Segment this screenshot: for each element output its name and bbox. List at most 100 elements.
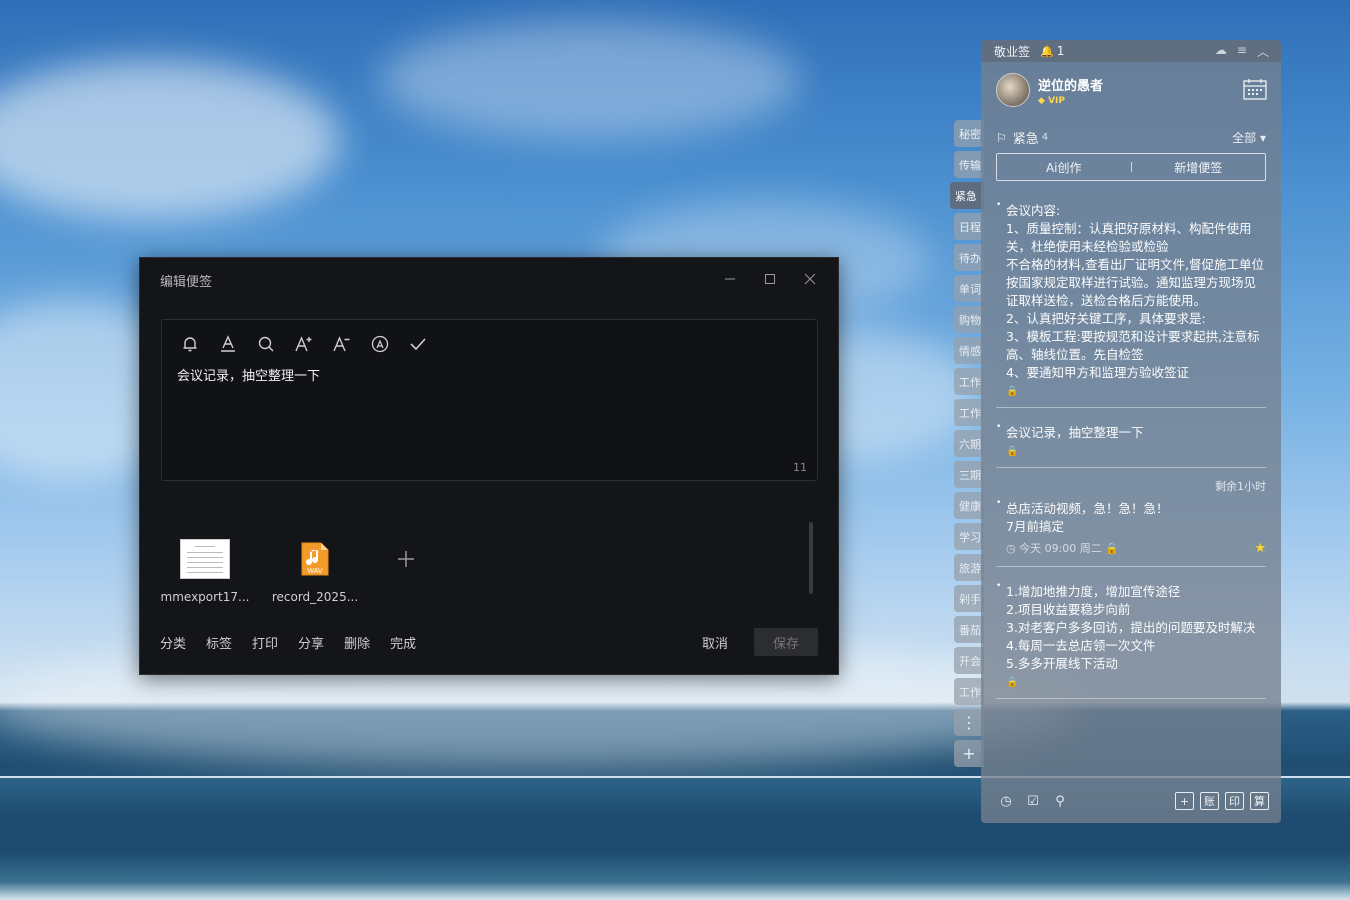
user-info[interactable]: 逆位的愚者 ◆ VIP (996, 73, 1103, 107)
tab-todo[interactable]: 待办 (954, 244, 984, 271)
dialog-action-bar: 分类 标签 打印 分享 删除 完成 取消 保存 (160, 628, 818, 656)
font-color-icon[interactable] (218, 333, 256, 355)
checklist-icon[interactable]: ☑ (1023, 792, 1043, 810)
tab-secret[interactable]: 秘密 (954, 120, 984, 147)
cloud (0, 60, 340, 220)
menu-icon[interactable]: ≡ (1237, 43, 1247, 60)
ai-create-button[interactable]: Ai创作 (997, 159, 1131, 176)
note-text: 总店活动视频，急！急！急！ 7月前搞定 (1006, 501, 1169, 534)
tab-meeting[interactable]: 开会 (954, 647, 984, 674)
sticky-notes-widget: 敬业签 🔔 1 ☁ ≡ ︿ 逆位的愚者 ◆ VIP ⚐ 紧急 4 全部 ▾ Ai… (981, 40, 1281, 823)
cloud (380, 20, 800, 140)
add-attachment-icon[interactable] (381, 538, 431, 580)
lock-icon: 🔒 (1101, 541, 1120, 555)
format-toolbar (162, 320, 817, 355)
stamp-icon[interactable]: 印 (1225, 792, 1244, 810)
notification-count: 1 (1056, 44, 1065, 58)
attachment-audio[interactable]: WAV record_2025... (271, 538, 359, 604)
lock-icon: 🔒 (1006, 446, 1019, 457)
complete-button[interactable]: 完成 (390, 633, 416, 652)
lock-icon: 🔒 (1006, 386, 1019, 397)
note-content[interactable]: 会议记录，抽空整理一下 (177, 365, 320, 384)
list-item[interactable]: 会议内容: 1、质量控制：认真把好原材料、构配件使用关，杜绝使用未经检验或检验 … (996, 200, 1266, 408)
widget-titlebar[interactable]: 敬业签 🔔 1 ☁ ≡ ︿ (981, 40, 1281, 62)
note-editor[interactable]: 会议记录，抽空整理一下 11 (161, 319, 818, 481)
category-name: 紧急 (1012, 132, 1039, 147)
scrollbar[interactable] (809, 522, 813, 594)
user-name: 逆位的愚者 (1038, 78, 1104, 94)
add-tab-icon[interactable]: + (954, 740, 984, 767)
tab-words[interactable]: 单词 (954, 275, 984, 302)
share-button[interactable]: 分享 (298, 633, 324, 652)
window-controls (710, 268, 830, 290)
note-text: 会议记录，抽空整理一下 (1006, 425, 1144, 440)
tab-health[interactable]: 健康 (954, 492, 984, 519)
clock-icon: ◷ (1006, 541, 1020, 555)
calendar-icon[interactable] (1243, 78, 1267, 100)
maximize-icon[interactable] (750, 268, 790, 290)
account-book-icon[interactable]: 账 (1200, 792, 1219, 810)
notification-bell-icon[interactable]: 🔔 (1040, 45, 1054, 58)
tab-transfer[interactable]: 传输 (954, 151, 984, 178)
action-buttons: Ai创作 新增便签 (996, 153, 1266, 181)
search-icon[interactable]: ⚲ (1050, 792, 1070, 810)
list-item[interactable]: 1.增加地推力度，增加宣传途径 2.项目收益要稳步向前 3.对老客户多多回访，提… (996, 581, 1266, 699)
tab-urgent[interactable]: 紧急 (950, 182, 984, 209)
text-style-icon[interactable] (370, 333, 408, 355)
cancel-button[interactable]: 取消 (702, 633, 728, 652)
bell-icon[interactable] (180, 333, 218, 355)
tab-work[interactable]: 工作 (954, 368, 984, 395)
list-item[interactable]: 会议记录，抽空整理一下 🔒 (996, 422, 1266, 468)
tab-work-2[interactable]: 工作 (954, 399, 984, 426)
attachment-list: mmexport17... WAV record_2025... (161, 538, 431, 604)
collapse-icon[interactable]: ︿ (1257, 43, 1269, 60)
char-count: 11 (793, 461, 807, 474)
tab-work-3[interactable]: 工作 (954, 678, 984, 705)
tab-travel[interactable]: 旅游 (954, 554, 984, 581)
more-tabs-icon[interactable]: ⋮ (954, 709, 984, 736)
calculator-icon[interactable]: 算 (1250, 792, 1269, 810)
tab-emotion[interactable]: 情感 (954, 337, 984, 364)
add-box-icon[interactable]: + (1175, 792, 1194, 810)
print-button[interactable]: 打印 (252, 633, 278, 652)
save-button[interactable]: 保存 (754, 628, 818, 656)
filter-dropdown[interactable]: 全部 ▾ (1232, 129, 1266, 146)
tab-schedule[interactable]: 日程 (954, 213, 984, 240)
wav-file-icon: WAV (290, 538, 340, 580)
minimize-icon[interactable] (710, 268, 750, 290)
tab-shop-hands[interactable]: 剁手 (954, 585, 984, 612)
history-icon[interactable]: ◷ (996, 792, 1016, 810)
avatar[interactable] (996, 73, 1030, 107)
tab-study[interactable]: 学习 (954, 523, 984, 550)
category-count: 4 (1041, 132, 1049, 143)
note-text: 1.增加地推力度，增加宣传途径 2.项目收益要稳步向前 3.对老客户多多回访，提… (1006, 584, 1256, 671)
dialog-title: 编辑便签 (160, 274, 213, 290)
attachment-image[interactable]: mmexport17... (161, 538, 249, 604)
star-icon[interactable]: ★ (1254, 541, 1266, 556)
close-icon[interactable] (790, 268, 830, 290)
note-meta: ◷ 今天 09:00 周二 🔒 ★ (1006, 540, 1266, 556)
tag-button[interactable]: 标签 (206, 633, 232, 652)
vip-badge: ◆ VIP (1038, 95, 1065, 106)
app-name: 敬业签 (994, 44, 1031, 59)
tab-period-3[interactable]: 三期 (954, 461, 984, 488)
category-button[interactable]: 分类 (160, 633, 186, 652)
remaining-time: 剩余1小时 (1215, 480, 1266, 493)
delete-button[interactable]: 删除 (344, 633, 370, 652)
edit-note-dialog: 编辑便签 会议记录，抽空整理一下 11 mmexport17... WAV re… (139, 257, 839, 675)
tab-shopping[interactable]: 购物 (954, 306, 984, 333)
tab-period-6[interactable]: 六期 (954, 430, 984, 457)
list-item[interactable]: 总店活动视频，急！急！急！ 7月前搞定 ◷ 今天 09:00 周二 🔒 ★ (996, 498, 1266, 567)
font-increase-icon[interactable] (294, 333, 332, 355)
check-icon[interactable] (408, 333, 446, 355)
image-thumbnail (180, 538, 230, 580)
widget-bottom-bar: ◷ ☑ ⚲ + 账 印 算 (996, 791, 1269, 811)
cloud-sync-icon[interactable]: ☁ (1215, 43, 1227, 60)
new-note-button[interactable]: 新增便签 (1132, 159, 1266, 176)
font-decrease-icon[interactable] (332, 333, 370, 355)
note-text: 会议内容: 1、质量控制：认真把好原材料、构配件使用关，杜绝使用未经检验或检验 … (1006, 203, 1264, 380)
search-icon[interactable] (256, 333, 294, 355)
reminder-time: 今天 09:00 周二 (1019, 542, 1102, 555)
lock-icon: 🔒 (1006, 677, 1019, 688)
tab-tomato[interactable]: 番茄 (954, 616, 984, 643)
